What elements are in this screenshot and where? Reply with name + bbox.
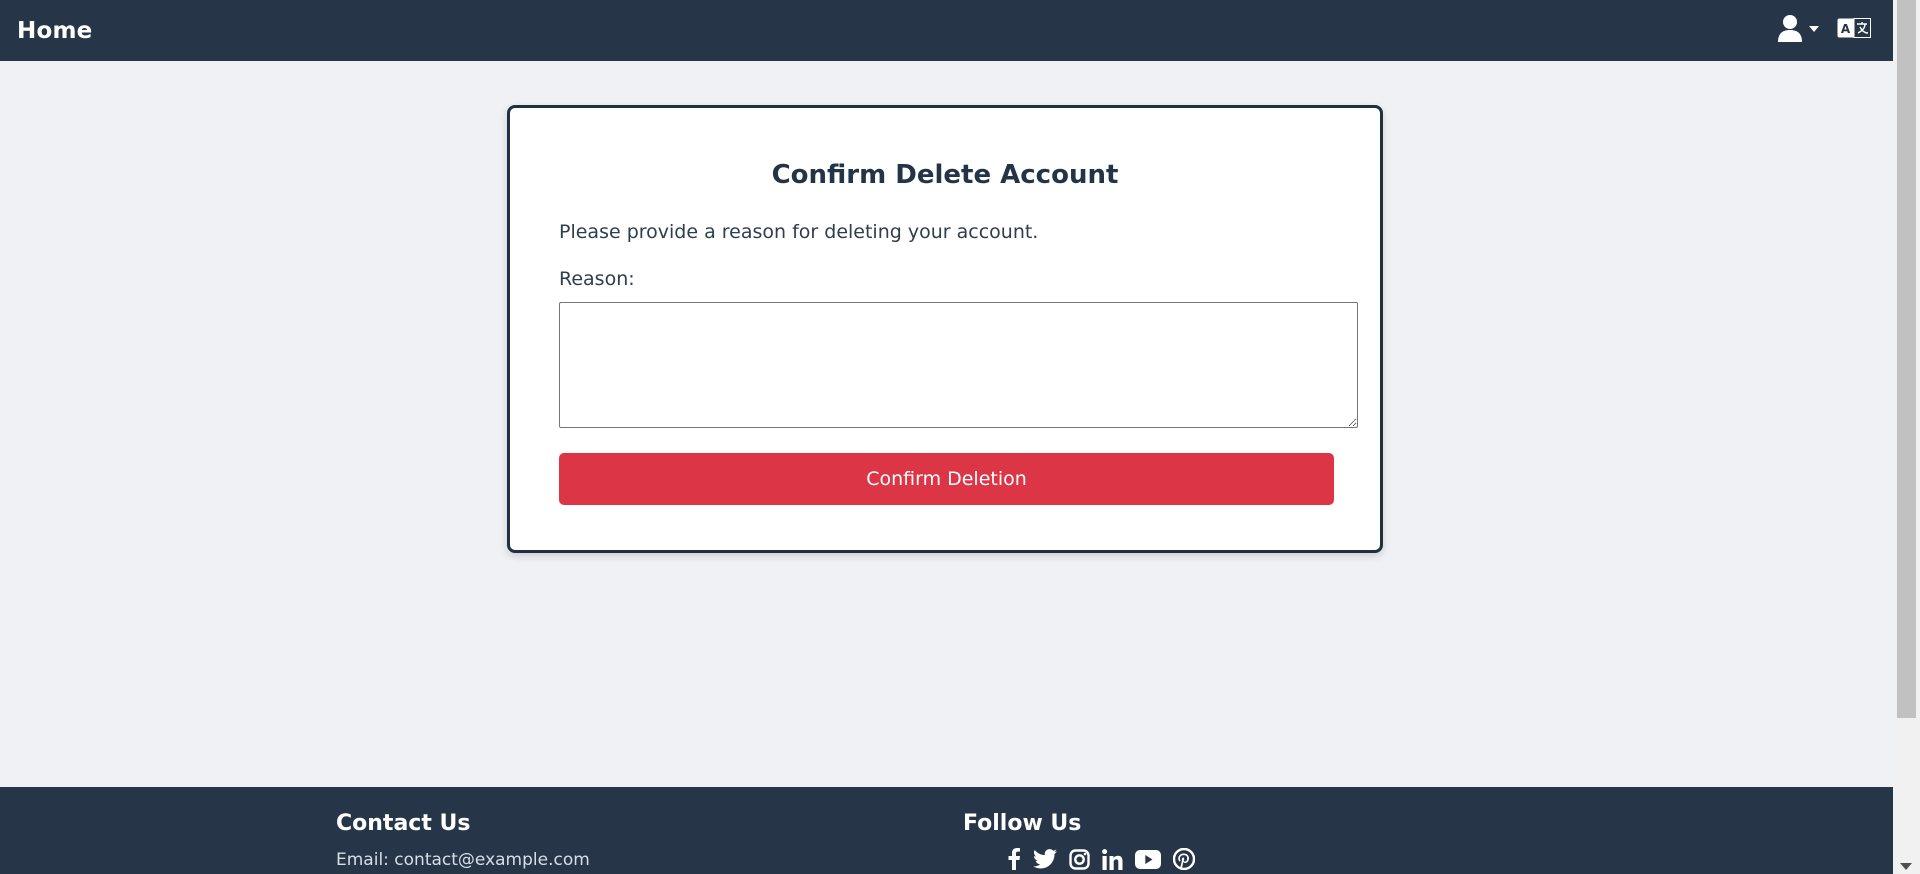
instagram-icon[interactable] (1069, 848, 1090, 870)
facebook-icon[interactable] (1007, 848, 1021, 870)
contact-heading: Contact Us (336, 811, 471, 836)
vertical-scrollbar[interactable] (1893, 0, 1920, 874)
svg-text:A: A (1841, 22, 1851, 36)
scrollbar-thumb[interactable] (1897, 0, 1916, 718)
user-icon (1778, 15, 1802, 42)
contact-email: Email: contact@example.com (336, 850, 590, 870)
navbar-actions: A (1777, 14, 1871, 42)
youtube-icon[interactable] (1135, 849, 1161, 869)
translate-icon[interactable]: A (1837, 18, 1871, 38)
footer: Contact Us Email: contact@example.com Fo… (0, 787, 1893, 874)
reason-textarea[interactable] (559, 302, 1358, 428)
contact-section: Contact Us Email: contact@example.com (336, 811, 590, 870)
chevron-down-icon (1809, 26, 1819, 32)
user-menu-dropdown[interactable] (1777, 14, 1819, 42)
scroll-down-arrow-icon[interactable] (1900, 863, 1912, 870)
linkedin-icon[interactable] (1102, 848, 1123, 870)
social-links (1007, 848, 1207, 870)
follow-section: Follow Us (963, 811, 1207, 870)
twitter-icon[interactable] (1033, 849, 1057, 869)
top-navbar: Home A (0, 0, 1893, 61)
delete-account-card: Confirm Delete Account Please provide a … (507, 105, 1383, 553)
reason-label: Reason: (559, 268, 635, 290)
home-link[interactable]: Home (17, 18, 92, 44)
confirm-deletion-button[interactable]: Confirm Deletion (559, 453, 1334, 505)
follow-heading: Follow Us (963, 811, 1082, 836)
pinterest-icon[interactable] (1173, 848, 1195, 870)
instruction-text: Please provide a reason for deleting you… (559, 221, 1039, 243)
card-title: Confirm Delete Account (771, 160, 1119, 190)
